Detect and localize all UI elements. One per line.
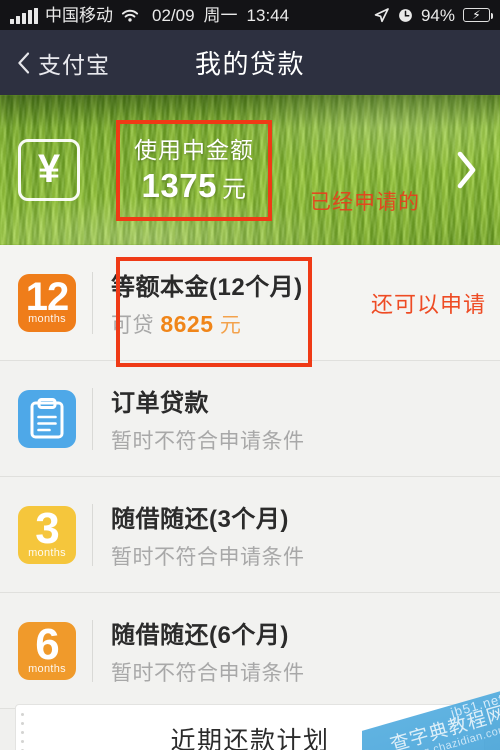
months-badge-6-icon: 6 months: [18, 621, 76, 680]
chevron-left-icon: [17, 52, 30, 74]
loan-title-main: 随借随还: [111, 505, 209, 533]
loan-row-flexible-6m[interactable]: 6 months 随借随还(6个月) 暂时不符合申请条件: [0, 593, 500, 709]
months-badge-12-icon: 12 months: [18, 273, 76, 332]
divider: [92, 619, 93, 682]
active-amount-highlight: 使用中金额 1375 元: [116, 119, 272, 221]
loan-title-term: (6个月): [209, 621, 289, 649]
annotation-already-applied: 已经申请的: [310, 191, 420, 214]
loan-title-main: 订单贷款: [111, 389, 209, 417]
loan-row-text: 订单贷款 暂时不符合申请条件: [111, 383, 486, 455]
loan-row-order-loan[interactable]: 订单贷款 暂时不符合申请条件: [0, 361, 500, 477]
status-weekday: 周一: [203, 5, 238, 25]
loan-subtitle: 暂时不符合申请条件: [111, 661, 305, 685]
active-amount-unit: 元: [221, 175, 247, 203]
loan-row-text: 随借随还(3个月) 暂时不符合申请条件: [111, 499, 486, 571]
location-arrow-icon: [373, 7, 390, 24]
clipboard-icon: [18, 389, 76, 448]
divider: [92, 271, 93, 334]
active-amount-value-group: 1375 元: [134, 167, 254, 205]
loan-row-flexible-3m[interactable]: 3 months 随借随还(3个月) 暂时不符合申请条件: [0, 477, 500, 593]
active-loan-banner[interactable]: ¥ 使用中金额 1375 元: [0, 95, 500, 245]
battery-percent-label: 94%: [420, 5, 455, 25]
active-amount-value: 1375: [141, 166, 217, 204]
loan-subtitle: 暂时不符合申请条件: [111, 545, 305, 569]
loan-row-text: 随借随还(6个月) 暂时不符合申请条件: [111, 615, 486, 687]
back-button[interactable]: 支付宝: [0, 46, 110, 80]
loan-status-note: 还可以申请: [370, 291, 486, 317]
loan-title: 随借随还(3个月): [111, 499, 486, 534]
status-date: 02/09: [152, 5, 195, 25]
battery-charging-icon: ⚡: [463, 8, 494, 22]
months-badge-3-icon: 3 months: [18, 505, 76, 564]
yen-symbol-icon: ¥: [18, 139, 80, 201]
loan-title: 随借随还(6个月): [111, 615, 486, 650]
loan-subtitle: 暂时不符合申请条件: [111, 429, 305, 453]
badge-number: 6: [35, 621, 60, 670]
divider: [92, 387, 93, 450]
badge-number: 12: [25, 274, 69, 319]
status-bar-right: 94% ⚡: [373, 5, 494, 25]
badge-sublabel: months: [28, 662, 66, 675]
available-unit: 元: [219, 313, 242, 337]
repayment-plan-title: 近期还款计划: [170, 727, 330, 750]
loan-title: 等额本金(12个月): [111, 267, 371, 302]
back-button-label: 支付宝: [38, 51, 110, 78]
phone-screen: 中国移动 02/09 周一 13:44 94% ⚡ 支付宝 我的贷款 ¥ 使用中…: [0, 0, 500, 750]
status-bar-datetime: 02/09 周一 13:44: [152, 7, 289, 24]
status-bar: 中国移动 02/09 周一 13:44 94% ⚡: [0, 0, 500, 30]
signal-bars-icon: [10, 7, 38, 24]
loan-title: 订单贷款: [111, 383, 486, 418]
divider: [92, 503, 93, 566]
navigation-bar: 支付宝 我的贷款: [0, 30, 500, 95]
badge-sublabel: months: [28, 313, 66, 326]
loan-title-term: (3个月): [209, 505, 289, 533]
loan-subtitle: 可贷 8625 元: [111, 309, 371, 339]
status-bar-left: 中国移动: [10, 7, 140, 24]
wifi-icon: [120, 8, 140, 24]
repayment-plan-card: 近期还款计划: [15, 704, 485, 750]
loan-title-term: (12个月): [209, 273, 303, 301]
loan-row-text: 等额本金(12个月) 可贷 8625 元: [111, 267, 371, 339]
yen-glyph: ¥: [37, 147, 61, 191]
repayment-plan-panel[interactable]: 近期还款计划: [0, 698, 500, 750]
chevron-right-icon[interactable]: [456, 150, 478, 190]
available-amount: 8625: [160, 310, 214, 337]
loan-row-equal-principal-12m[interactable]: 12 months 等额本金(12个月) 可贷 8625 元 还可以申请: [0, 245, 500, 361]
badge-number: 3: [35, 505, 60, 554]
carrier-label: 中国移动: [45, 5, 113, 25]
alarm-clock-icon: [398, 8, 413, 23]
status-time: 13:44: [246, 5, 290, 25]
loan-list: 12 months 等额本金(12个月) 可贷 8625 元 还可以申请 订单贷…: [0, 245, 500, 709]
badge-sublabel: months: [28, 546, 66, 559]
available-prefix: 可贷: [111, 313, 154, 337]
loan-title-main: 等额本金: [111, 273, 209, 301]
active-amount-label: 使用中金额: [134, 136, 254, 163]
loan-title-main: 随借随还: [111, 621, 209, 649]
